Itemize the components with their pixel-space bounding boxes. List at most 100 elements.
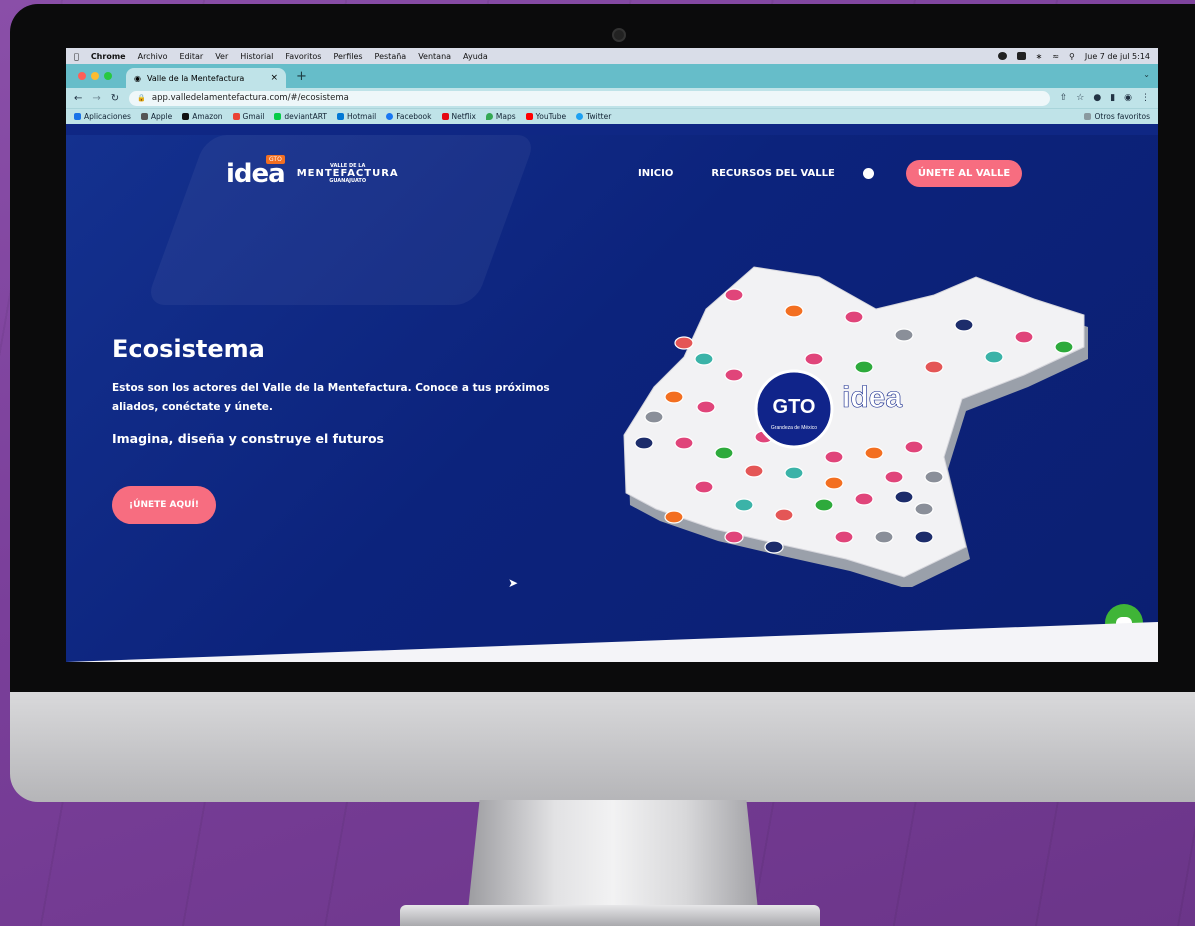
map-pin[interactable] — [904, 440, 924, 454]
wifi-icon[interactable]: ≈ — [1052, 52, 1059, 61]
join-valley-button[interactable]: ÚNETE AL VALLE — [905, 160, 1023, 187]
lock-icon[interactable]: 🔒 — [137, 94, 146, 102]
map-pin[interactable] — [1014, 330, 1034, 344]
bookmark-maps[interactable]: Maps — [485, 112, 516, 121]
map-pin[interactable] — [744, 464, 764, 478]
map-pin[interactable] — [894, 490, 914, 504]
map-pin[interactable] — [634, 436, 654, 450]
minimize-window-icon[interactable] — [91, 72, 99, 80]
map-pin[interactable] — [844, 310, 864, 324]
bluetooth-icon[interactable]: ∗ — [1036, 52, 1043, 61]
map-pin[interactable] — [784, 466, 804, 480]
map-pin[interactable] — [914, 530, 934, 544]
menu-ayuda[interactable]: Ayuda — [463, 52, 488, 61]
menu-chrome[interactable]: Chrome — [91, 52, 126, 61]
map-pin[interactable] — [664, 510, 684, 524]
user-icon[interactable] — [862, 168, 874, 179]
battery-icon[interactable] — [1016, 52, 1026, 60]
ecosystem-map[interactable]: GTO Grandeza de México idea — [614, 247, 1094, 589]
bookmark-apple[interactable]: Apple — [140, 112, 172, 121]
map-pin[interactable] — [914, 502, 934, 516]
join-here-button[interactable]: ¡ÚNETE AQUÍ! — [112, 486, 216, 524]
map-pin[interactable] — [674, 336, 694, 350]
map-pin[interactable] — [824, 450, 844, 464]
reload-icon[interactable]: ↻ — [111, 93, 119, 104]
map-pin[interactable] — [644, 410, 664, 424]
menu-historial[interactable]: Historial — [240, 52, 273, 61]
map-pin[interactable] — [854, 360, 874, 374]
map-pin[interactable] — [734, 498, 754, 512]
record-icon[interactable] — [997, 52, 1007, 60]
bookmark-gmail[interactable]: Gmail — [232, 112, 264, 121]
apple-icon[interactable]:  — [74, 52, 79, 61]
map-pin[interactable] — [894, 328, 914, 342]
map-pin[interactable] — [696, 400, 716, 414]
profile-icon[interactable]: ◉ — [1124, 93, 1132, 103]
new-tab-button[interactable]: + — [296, 68, 307, 88]
map-pin[interactable] — [924, 360, 944, 374]
map-pin[interactable] — [674, 436, 694, 450]
nav-inicio[interactable]: INICIO — [638, 168, 673, 179]
tab-active[interactable]: ◉ Valle de la Mentefactura × — [126, 68, 286, 88]
bookmark-twitter[interactable]: Twitter — [576, 112, 611, 121]
map-pin[interactable] — [664, 390, 684, 404]
back-icon[interactable]: ← — [74, 93, 82, 104]
map-pin[interactable] — [764, 540, 784, 554]
menu-ventana[interactable]: Ventana — [418, 52, 451, 61]
map-pin[interactable] — [864, 446, 884, 460]
bookmark-hotmail[interactable]: Hotmail — [337, 112, 376, 121]
menu-pestana[interactable]: Pestaña — [375, 52, 407, 61]
search-icon[interactable]: ⚲ — [1069, 52, 1075, 61]
close-tab-icon[interactable]: × — [270, 73, 278, 83]
close-window-icon[interactable] — [78, 72, 86, 80]
map-pin[interactable] — [834, 530, 854, 544]
bookmark-apps[interactable]: Aplicaciones — [74, 112, 131, 121]
map-pin[interactable] — [854, 492, 874, 506]
menu-editar[interactable]: Editar — [180, 52, 204, 61]
map-pin[interactable] — [724, 368, 744, 382]
chat-button[interactable] — [1105, 604, 1143, 642]
tab-search-icon[interactable]: ⌄ — [1143, 70, 1150, 79]
youtube-icon — [525, 113, 533, 120]
nav-recursos[interactable]: RECURSOS DEL VALLE — [711, 168, 834, 179]
map-pin[interactable] — [1054, 340, 1074, 354]
bookmark-label: Aplicaciones — [84, 112, 131, 121]
forward-icon[interactable]: → — [92, 93, 100, 104]
map-pin[interactable] — [824, 476, 844, 490]
map-pin[interactable] — [714, 446, 734, 460]
bookmark-star-icon[interactable]: ☆ — [1076, 93, 1084, 103]
site-logo[interactable]: idea GTO VALLE DE LA MENTEFACTURA GUANAJ… — [226, 155, 399, 189]
map-pin[interactable] — [724, 530, 744, 544]
bookmark-facebook[interactable]: Facebook — [386, 112, 432, 121]
map-pin[interactable] — [694, 480, 714, 494]
address-bar[interactable]: 🔒 app.valledelamentefactura.com/#/ecosis… — [129, 90, 1050, 106]
bookmark-netflix[interactable]: Netflix — [441, 112, 476, 121]
bookmark-youtube[interactable]: YouTube — [525, 112, 566, 121]
map-pin[interactable] — [694, 352, 714, 366]
map-pin[interactable] — [804, 352, 824, 366]
menu-perfiles[interactable]: Perfiles — [333, 52, 362, 61]
bookmark-other[interactable]: Otros favoritos — [1084, 112, 1150, 121]
bookmark-label: Amazon — [192, 112, 223, 121]
map-pin[interactable] — [984, 350, 1004, 364]
sidebar-icon[interactable]: ▮ — [1110, 93, 1115, 103]
map-pin[interactable] — [774, 508, 794, 522]
more-icon[interactable]: ⋮ — [1141, 93, 1150, 103]
menu-archivo[interactable]: Archivo — [138, 52, 168, 61]
extensions-icon[interactable]: ● — [1093, 93, 1101, 103]
map-pin[interactable] — [724, 288, 744, 302]
zoom-window-icon[interactable] — [104, 72, 112, 80]
url-text[interactable]: app.valledelamentefactura.com/#/ecosiste… — [152, 93, 349, 103]
map-pin[interactable] — [874, 530, 894, 544]
map-pin[interactable] — [924, 470, 944, 484]
map-pin[interactable] — [784, 304, 804, 318]
share-icon[interactable]: ⇧ — [1060, 93, 1068, 103]
map-pin[interactable] — [884, 470, 904, 484]
bookmark-deviantart[interactable]: deviantART — [274, 112, 327, 121]
map-pin[interactable] — [814, 498, 834, 512]
clock[interactable]: Jue 7 de jul 5:14 — [1085, 52, 1150, 61]
menu-favoritos[interactable]: Favoritos — [285, 52, 321, 61]
bookmark-amazon[interactable]: Amazon — [182, 112, 223, 121]
menu-ver[interactable]: Ver — [215, 52, 228, 61]
map-pin[interactable] — [954, 318, 974, 332]
